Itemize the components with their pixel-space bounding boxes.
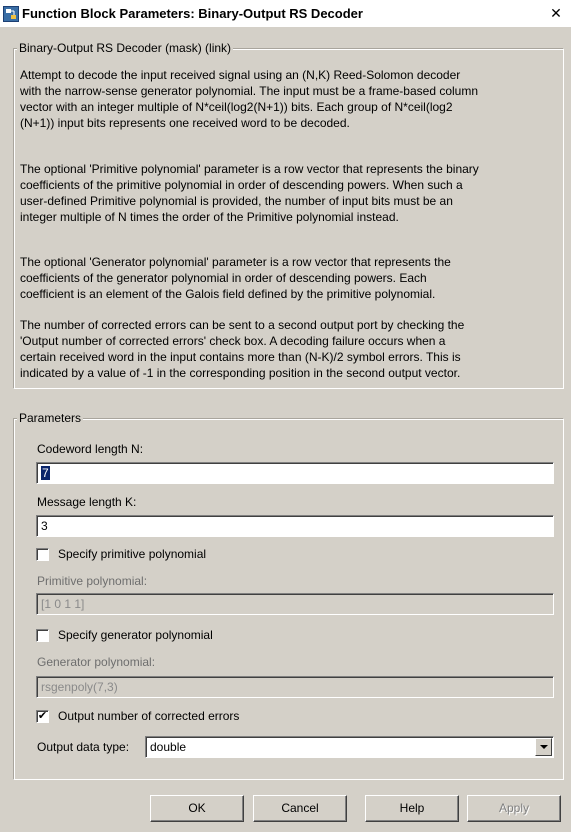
mask-group-label: Binary-Output RS Decoder (mask) (link) xyxy=(17,41,234,55)
specify-primitive-label: Specify primitive polynomial xyxy=(58,547,207,561)
codeword-length-input[interactable]: 7 xyxy=(36,462,554,484)
help-button[interactable]: Help xyxy=(365,795,459,822)
description-line: with the narrow-sense generator polynomi… xyxy=(20,84,479,98)
dropdown-button[interactable] xyxy=(535,738,552,756)
primitive-polynomial-value: [1 0 1 1] xyxy=(41,597,85,611)
ok-button[interactable]: OK xyxy=(150,795,244,822)
description-line: coefficients of the primitive polynomial… xyxy=(20,178,463,192)
generator-polynomial-label: Generator polynomial: xyxy=(37,655,156,669)
description-line: vector with an integer multiple of N*cei… xyxy=(20,100,453,114)
output-data-type-value: double xyxy=(150,740,187,754)
apply-button[interactable]: Apply xyxy=(467,795,561,822)
message-length-value: 3 xyxy=(41,519,48,533)
description-line: indicated by a value of -1 in the corres… xyxy=(20,366,461,380)
primitive-polynomial-input: [1 0 1 1] xyxy=(36,593,554,615)
primitive-polynomial-label: Primitive polynomial: xyxy=(37,574,148,588)
description-paragraph-4: The number of corrected errors can be se… xyxy=(20,317,558,381)
description-paragraph-1: Attempt to decode the input received sig… xyxy=(20,67,558,131)
simulink-block-icon xyxy=(3,6,19,22)
checkbox-unchecked-icon[interactable] xyxy=(36,629,49,642)
description-line: user-defined Primitive polynomial is pro… xyxy=(20,194,453,208)
output-corrected-errors-label: Output number of corrected errors xyxy=(58,709,240,723)
description-line: coefficients of the generator polynomial… xyxy=(20,271,427,285)
codeword-length-label: Codeword length N: xyxy=(37,442,144,456)
description-line: coefficient is an element of the Galois … xyxy=(20,287,436,301)
generator-polynomial-value: rsgenpoly(7,3) xyxy=(41,680,118,694)
dialog-window: Function Block Parameters: Binary-Output… xyxy=(0,0,571,832)
window-title: Function Block Parameters: Binary-Output… xyxy=(22,6,363,21)
output-data-type-label: Output data type: xyxy=(37,740,130,754)
generator-polynomial-input: rsgenpoly(7,3) xyxy=(36,676,554,698)
description-paragraph-2: The optional 'Primitive polynomial' para… xyxy=(20,161,558,225)
description-line: The optional 'Generator polynomial' para… xyxy=(20,255,451,269)
chevron-down-icon xyxy=(539,745,548,749)
checkbox-unchecked-icon[interactable] xyxy=(36,548,49,561)
description-line: integer multiple of N times the order of… xyxy=(20,210,399,224)
parameters-group-label: Parameters xyxy=(17,411,84,425)
description-line: (N+1)) input bits represents one receive… xyxy=(20,116,350,130)
description-line: 'Output number of corrected errors' chec… xyxy=(20,334,446,348)
codeword-length-value: 7 xyxy=(41,466,50,480)
checkmark-icon[interactable]: ✔ xyxy=(36,710,49,723)
output-data-type-select[interactable]: double xyxy=(145,736,554,758)
description-line: certain received word in the input conta… xyxy=(20,350,461,364)
cancel-button[interactable]: Cancel xyxy=(253,795,347,822)
message-length-input[interactable]: 3 xyxy=(36,515,554,537)
title-bar: Function Block Parameters: Binary-Output… xyxy=(0,0,571,27)
close-icon[interactable]: ✕ xyxy=(548,5,564,21)
description-line: The number of corrected errors can be se… xyxy=(20,318,465,332)
specify-generator-label: Specify generator polynomial xyxy=(58,628,213,642)
description-line: Attempt to decode the input received sig… xyxy=(20,68,461,82)
description-paragraph-3: The optional 'Generator polynomial' para… xyxy=(20,254,558,302)
message-length-label: Message length K: xyxy=(37,495,137,509)
description-line: The optional 'Primitive polynomial' para… xyxy=(20,162,479,176)
